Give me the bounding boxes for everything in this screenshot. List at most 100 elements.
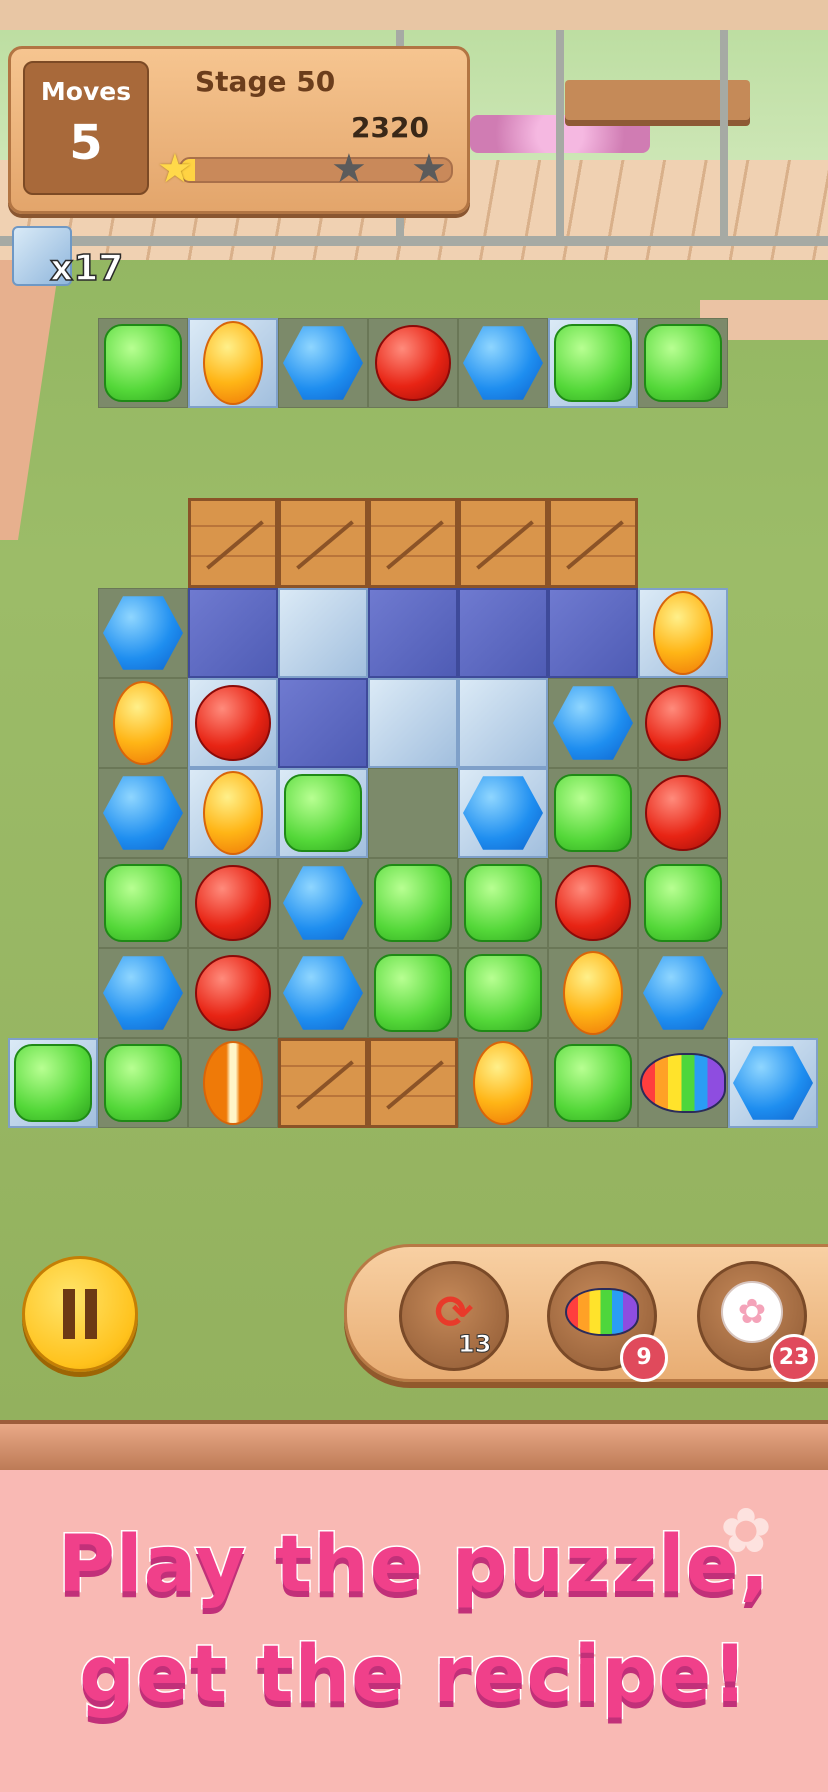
green-candy-icon xyxy=(554,324,632,402)
red-candy-icon xyxy=(555,865,631,941)
red-candy-icon xyxy=(645,685,721,761)
shuffle-count: 13 xyxy=(457,1330,492,1359)
booster-count-badge: 9 xyxy=(620,1334,668,1382)
crate-block[interactable] xyxy=(548,498,638,588)
board-cell[interactable] xyxy=(188,948,278,1038)
board-cell[interactable] xyxy=(278,588,368,678)
board-cell[interactable] xyxy=(548,948,638,1038)
crate-block[interactable] xyxy=(368,1038,458,1128)
garden-path xyxy=(0,260,60,540)
crate-block[interactable] xyxy=(458,498,548,588)
rainbow-fish-booster-button[interactable]: 9 xyxy=(547,1261,668,1382)
board-cell[interactable] xyxy=(458,768,548,858)
board-cell[interactable] xyxy=(8,1038,98,1128)
board-cell[interactable] xyxy=(638,318,728,408)
board-cell[interactable] xyxy=(368,948,458,1038)
board-cell[interactable] xyxy=(368,588,458,678)
board-cell[interactable] xyxy=(548,678,638,768)
board-cell[interactable] xyxy=(638,588,728,678)
crate-block[interactable] xyxy=(278,498,368,588)
board-cell[interactable] xyxy=(188,318,278,408)
star-icon: ★ xyxy=(411,146,447,192)
star-icon: ★ xyxy=(331,146,367,192)
red-candy-icon xyxy=(195,865,271,941)
board-cell[interactable] xyxy=(98,318,188,408)
board-cell[interactable] xyxy=(458,318,548,408)
orange-candy-icon xyxy=(563,951,623,1035)
board-cell[interactable] xyxy=(278,948,368,1038)
blue-candy-icon xyxy=(733,1046,813,1120)
stage-panel: Moves 5 Stage 50 2320 ★ ★ ★ xyxy=(8,46,470,214)
board-cell[interactable] xyxy=(548,318,638,408)
board-cell[interactable] xyxy=(458,948,548,1038)
board-cell[interactable] xyxy=(638,768,728,858)
board-cell[interactable] xyxy=(458,588,548,678)
board-cell[interactable] xyxy=(278,678,368,768)
board-cell[interactable] xyxy=(98,858,188,948)
board-cell[interactable] xyxy=(98,588,188,678)
board-cell[interactable] xyxy=(188,858,278,948)
board-cell[interactable] xyxy=(188,1038,278,1128)
board-cell[interactable] xyxy=(548,588,638,678)
board-cell[interactable] xyxy=(458,858,548,948)
tagline-line-2: get the recipe! xyxy=(78,1629,750,1722)
board-cell[interactable] xyxy=(638,1038,728,1128)
blue-candy-icon xyxy=(463,776,543,850)
board-cell[interactable] xyxy=(278,858,368,948)
shuffle-booster-button[interactable]: ⟳ 13 xyxy=(399,1261,509,1371)
board-cell[interactable] xyxy=(368,318,458,408)
green-candy-icon xyxy=(104,1044,182,1122)
cat-paw-booster-button[interactable]: ✿ 23 xyxy=(697,1261,818,1382)
crate-block[interactable] xyxy=(368,498,458,588)
red-candy-icon xyxy=(375,325,451,401)
crate-block[interactable] xyxy=(278,1038,368,1128)
blue-candy-icon xyxy=(283,956,363,1030)
fish-special-candy-icon xyxy=(640,1053,726,1113)
red-candy-icon xyxy=(195,685,271,761)
rainbow-fish-icon xyxy=(565,1287,639,1336)
board-cell[interactable] xyxy=(548,1038,638,1128)
pause-icon xyxy=(63,1289,97,1339)
green-candy-icon xyxy=(464,954,542,1032)
board-cell[interactable] xyxy=(548,858,638,948)
cat-paw-icon: ✿ xyxy=(721,1280,783,1343)
board-cell[interactable] xyxy=(278,318,368,408)
blue-candy-icon xyxy=(103,956,183,1030)
score-value: 2320 xyxy=(351,111,429,144)
crate-block[interactable] xyxy=(188,498,278,588)
window-frame xyxy=(556,30,564,240)
red-candy-icon xyxy=(645,775,721,851)
moves-label: Moves xyxy=(40,77,132,106)
board-cell[interactable] xyxy=(368,678,458,768)
blue-candy-icon xyxy=(103,596,183,670)
board-cell[interactable] xyxy=(548,768,638,858)
board-cell[interactable] xyxy=(188,768,278,858)
game-background: Moves 5 Stage 50 2320 ★ ★ ★ x17 ⟳ 13 9 ✿… xyxy=(0,0,828,1420)
board-cell[interactable] xyxy=(98,948,188,1038)
green-candy-icon xyxy=(464,864,542,942)
moves-counter: Moves 5 xyxy=(23,61,149,195)
pause-button[interactable] xyxy=(22,1256,138,1372)
board-cell[interactable] xyxy=(368,858,458,948)
board-cell[interactable] xyxy=(368,768,458,858)
board-cell[interactable] xyxy=(98,678,188,768)
board-cell[interactable] xyxy=(188,588,278,678)
board-cell[interactable] xyxy=(458,1038,548,1128)
red-candy-icon xyxy=(195,955,271,1031)
green-candy-icon xyxy=(554,1044,632,1122)
board-cell[interactable] xyxy=(98,768,188,858)
orange-candy-icon xyxy=(653,591,713,675)
orange-candy-icon xyxy=(473,1041,533,1125)
board-cell[interactable] xyxy=(638,858,728,948)
window-frame xyxy=(720,30,728,240)
board-cell[interactable] xyxy=(638,678,728,768)
board-cell[interactable] xyxy=(458,678,548,768)
board-cell[interactable] xyxy=(638,948,728,1038)
tagline-line-1: Play the puzzle, xyxy=(56,1519,771,1612)
board-cell[interactable] xyxy=(728,1038,818,1128)
board-cell[interactable] xyxy=(278,768,368,858)
board-cell[interactable] xyxy=(188,678,278,768)
board-cell[interactable] xyxy=(98,1038,188,1128)
blue-candy-icon xyxy=(463,326,543,400)
blue-candy-icon xyxy=(553,686,633,760)
